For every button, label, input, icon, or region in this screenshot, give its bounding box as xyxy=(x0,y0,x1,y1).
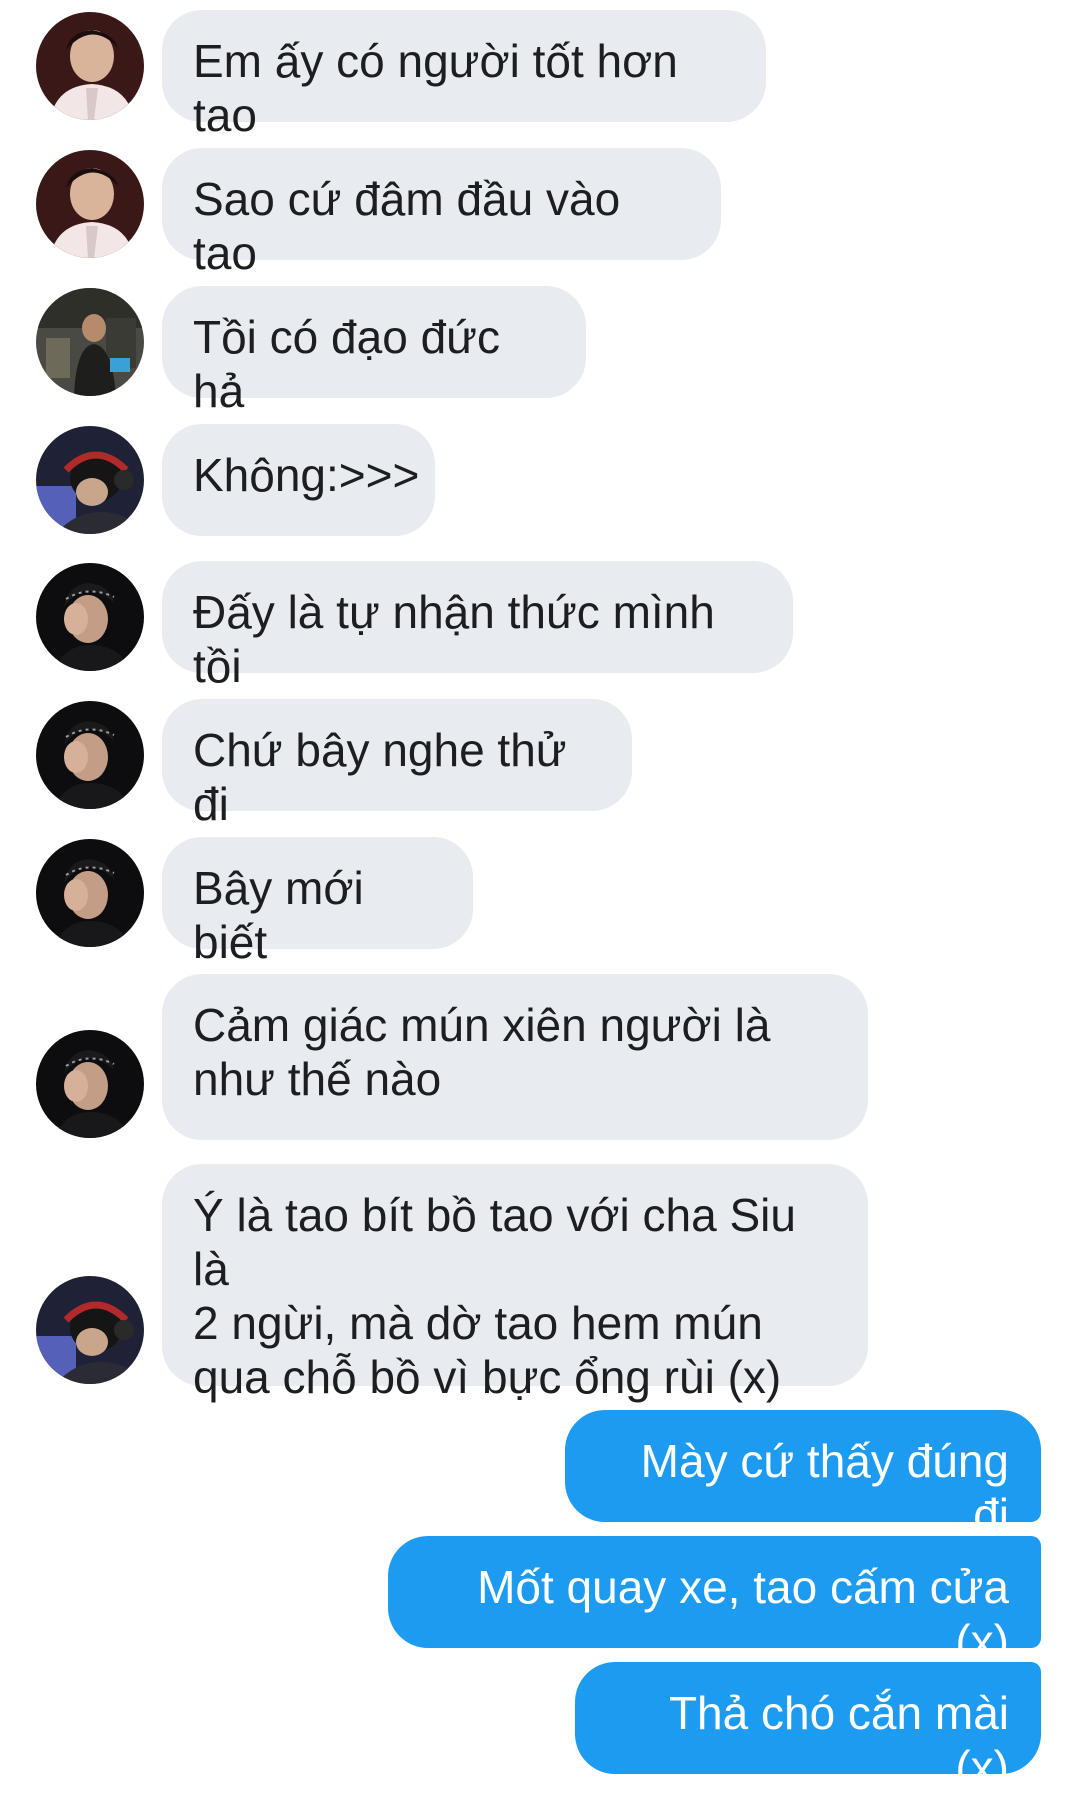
incoming-message-bubble[interactable]: Ý là tao bít bồ tao với cha Siu là 2 ngừ… xyxy=(162,1164,868,1403)
incoming-message-bubble[interactable]: Đấy là tự nhận thức mình tồi xyxy=(162,561,793,692)
message-row: Ý là tao bít bồ tao với cha Siu là 2 ngừ… xyxy=(0,1164,1080,1403)
incoming-message-bubble[interactable]: Em ấy có người tốt hơn tao xyxy=(162,10,766,141)
message-row: Tồi có đạo đức hả xyxy=(0,286,1080,417)
avatar-headphones-icon[interactable] xyxy=(36,426,144,534)
message-row: Không:>>> xyxy=(0,424,1080,536)
message-row: Cảm giác mún xiên người là như thế nào xyxy=(0,974,1080,1140)
avatar-dark-facepalm-icon[interactable] xyxy=(36,839,144,947)
incoming-message-bubble[interactable]: Bây mới biết xyxy=(162,837,473,968)
incoming-message-bubble[interactable]: Cảm giác mún xiên người là như thế nào xyxy=(162,974,868,1140)
incoming-message-bubble[interactable]: Tồi có đạo đức hả xyxy=(162,286,586,417)
message-thread: Em ấy có người tốt hơn tao Sao cứ đâm đầ… xyxy=(0,0,1080,1793)
avatar-dark-facepalm-icon[interactable] xyxy=(36,701,144,809)
message-row: Bây mới biết xyxy=(0,837,1080,968)
message-row: Em ấy có người tốt hơn tao xyxy=(0,10,1080,141)
message-row: Sao cứ đâm đầu vào tao xyxy=(0,148,1080,279)
message-row: Đấy là tự nhận thức mình tồi xyxy=(0,561,1080,692)
outgoing-message-bubble[interactable]: Mốt quay xe, tao cấm cửa (x) xyxy=(388,1536,1041,1667)
incoming-message-bubble[interactable]: Chứ bây nghe thử đi xyxy=(162,699,632,830)
avatar-dark-facepalm-icon[interactable] xyxy=(36,563,144,671)
avatar-headphones-icon[interactable] xyxy=(36,1276,144,1384)
avatar-studio-icon[interactable] xyxy=(36,288,144,396)
avatar-red-jacket-icon[interactable] xyxy=(36,12,144,120)
outgoing-message-bubble[interactable]: Thả chó cắn mài (x) xyxy=(575,1662,1041,1793)
incoming-message-bubble[interactable]: Không:>>> xyxy=(162,424,435,536)
message-row: Chứ bây nghe thử đi xyxy=(0,699,1080,830)
avatar-red-jacket-icon[interactable] xyxy=(36,150,144,258)
outgoing-message-bubble[interactable]: Mày cứ thấy đúng đi xyxy=(565,1410,1041,1541)
incoming-message-bubble[interactable]: Sao cứ đâm đầu vào tao xyxy=(162,148,721,279)
avatar-dark-facepalm-icon[interactable] xyxy=(36,1030,144,1138)
